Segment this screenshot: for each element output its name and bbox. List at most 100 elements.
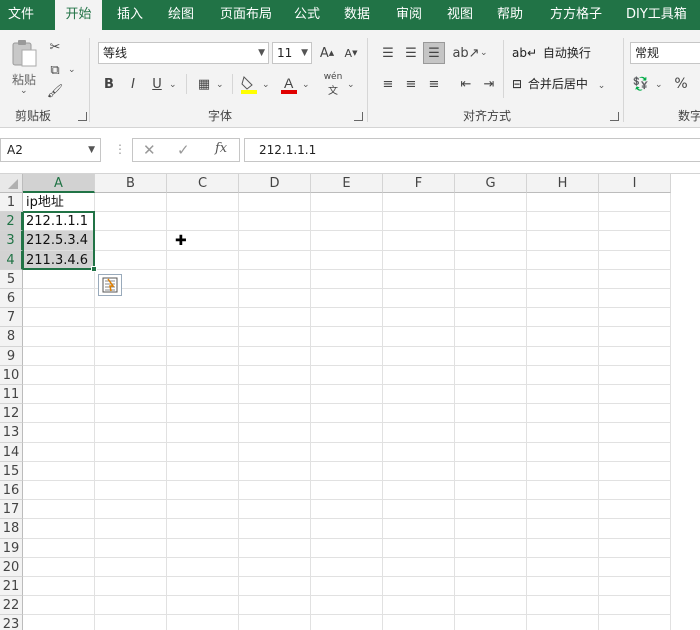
row-header-14[interactable]: 14 xyxy=(0,442,23,462)
align-top-icon[interactable]: ☰ xyxy=(377,42,399,64)
cell-c20[interactable] xyxy=(167,557,239,577)
cell-c15[interactable] xyxy=(167,461,239,481)
row-header-7[interactable]: 7 xyxy=(0,308,23,328)
cell-i13[interactable] xyxy=(599,423,671,443)
percent-button[interactable]: % xyxy=(670,73,692,95)
column-header-a[interactable]: A xyxy=(23,174,95,193)
cell-f12[interactable] xyxy=(383,404,455,424)
font-color-icon[interactable]: A xyxy=(278,73,300,95)
cell-f16[interactable] xyxy=(383,481,455,501)
column-header-c[interactable]: C xyxy=(167,174,239,193)
cell-h9[interactable] xyxy=(527,346,599,366)
formula-input[interactable]: 212.1.1.1 xyxy=(244,138,700,162)
cell-b12[interactable] xyxy=(95,404,167,424)
cell-h17[interactable] xyxy=(527,500,599,520)
cell-a14[interactable] xyxy=(23,442,95,462)
cell-g18[interactable] xyxy=(455,519,527,539)
cell-e23[interactable] xyxy=(311,615,383,630)
cell-c11[interactable] xyxy=(167,385,239,405)
tab-fangfang[interactable]: 方方格子 xyxy=(544,0,608,30)
font-name-select[interactable]: 等线 ▼ xyxy=(98,42,269,64)
cell-i3[interactable] xyxy=(599,231,671,251)
cell-c2[interactable] xyxy=(167,212,239,232)
align-middle-icon[interactable]: ☰ xyxy=(400,42,422,64)
currency-dropdown-icon[interactable]: ⌄ xyxy=(655,80,663,90)
cell-h13[interactable] xyxy=(527,423,599,443)
tab-draw[interactable]: 绘图 xyxy=(161,0,201,30)
cell-f2[interactable] xyxy=(383,212,455,232)
cell-g13[interactable] xyxy=(455,423,527,443)
cell-i8[interactable] xyxy=(599,327,671,347)
cell-c21[interactable] xyxy=(167,577,239,597)
cell-e17[interactable] xyxy=(311,500,383,520)
tab-file[interactable]: 文件 xyxy=(0,0,42,30)
cell-b13[interactable] xyxy=(95,423,167,443)
cell-d3[interactable] xyxy=(239,231,311,251)
cell-e15[interactable] xyxy=(311,461,383,481)
cell-d10[interactable] xyxy=(239,365,311,385)
cell-g2[interactable] xyxy=(455,212,527,232)
cell-b4[interactable] xyxy=(95,250,167,270)
cell-d4[interactable] xyxy=(239,250,311,270)
cell-a9[interactable] xyxy=(23,346,95,366)
cell-e8[interactable] xyxy=(311,327,383,347)
cell-d11[interactable] xyxy=(239,385,311,405)
cell-c12[interactable] xyxy=(167,404,239,424)
cell-i12[interactable] xyxy=(599,404,671,424)
row-header-1[interactable]: 1 xyxy=(0,193,23,213)
cell-i17[interactable] xyxy=(599,500,671,520)
cell-d9[interactable] xyxy=(239,346,311,366)
cell-d19[interactable] xyxy=(239,538,311,558)
cell-g8[interactable] xyxy=(455,327,527,347)
cell-f4[interactable] xyxy=(383,250,455,270)
cell-h2[interactable] xyxy=(527,212,599,232)
cell-a17[interactable] xyxy=(23,500,95,520)
cell-b10[interactable] xyxy=(95,365,167,385)
cell-d12[interactable] xyxy=(239,404,311,424)
cell-i2[interactable] xyxy=(599,212,671,232)
row-header-20[interactable]: 20 xyxy=(0,557,23,577)
cell-a19[interactable] xyxy=(23,538,95,558)
row-header-23[interactable]: 23 xyxy=(0,615,23,630)
cell-e9[interactable] xyxy=(311,346,383,366)
cell-a18[interactable] xyxy=(23,519,95,539)
cut-icon[interactable]: ✂ xyxy=(44,36,66,58)
cell-c5[interactable] xyxy=(167,269,239,289)
row-header-22[interactable]: 22 xyxy=(0,596,23,616)
cell-a16[interactable] xyxy=(23,481,95,501)
cell-a13[interactable] xyxy=(23,423,95,443)
merge-center-button[interactable]: ⊟ 合并后居中 ⌄ xyxy=(512,73,605,95)
cell-f6[interactable] xyxy=(383,289,455,309)
cell-b19[interactable] xyxy=(95,538,167,558)
cell-d8[interactable] xyxy=(239,327,311,347)
cell-h7[interactable] xyxy=(527,308,599,328)
row-header-13[interactable]: 13 xyxy=(0,423,23,443)
cell-h6[interactable] xyxy=(527,289,599,309)
row-header-3[interactable]: 3 xyxy=(0,231,23,251)
underline-button[interactable]: U xyxy=(146,73,168,95)
enter-icon[interactable]: ✓ xyxy=(177,141,190,159)
cell-i11[interactable] xyxy=(599,385,671,405)
cell-d2[interactable] xyxy=(239,212,311,232)
cell-f13[interactable] xyxy=(383,423,455,443)
cell-e11[interactable] xyxy=(311,385,383,405)
cell-e6[interactable] xyxy=(311,289,383,309)
cell-g10[interactable] xyxy=(455,365,527,385)
column-header-i[interactable]: I xyxy=(599,174,671,193)
cell-i21[interactable] xyxy=(599,577,671,597)
column-header-f[interactable]: F xyxy=(383,174,455,193)
cell-g16[interactable] xyxy=(455,481,527,501)
cell-a7[interactable] xyxy=(23,308,95,328)
tab-formulas[interactable]: 公式 xyxy=(287,0,327,30)
cell-e7[interactable] xyxy=(311,308,383,328)
align-bottom-icon[interactable]: ☰ xyxy=(423,42,445,64)
cell-c6[interactable] xyxy=(167,289,239,309)
tab-data[interactable]: 数据 xyxy=(337,0,377,30)
orientation-dropdown-icon[interactable]: ⌄ xyxy=(480,48,488,58)
cell-d6[interactable] xyxy=(239,289,311,309)
cell-e20[interactable] xyxy=(311,557,383,577)
row-header-16[interactable]: 16 xyxy=(0,481,23,501)
cell-d7[interactable] xyxy=(239,308,311,328)
cell-a21[interactable] xyxy=(23,577,95,597)
cell-i6[interactable] xyxy=(599,289,671,309)
